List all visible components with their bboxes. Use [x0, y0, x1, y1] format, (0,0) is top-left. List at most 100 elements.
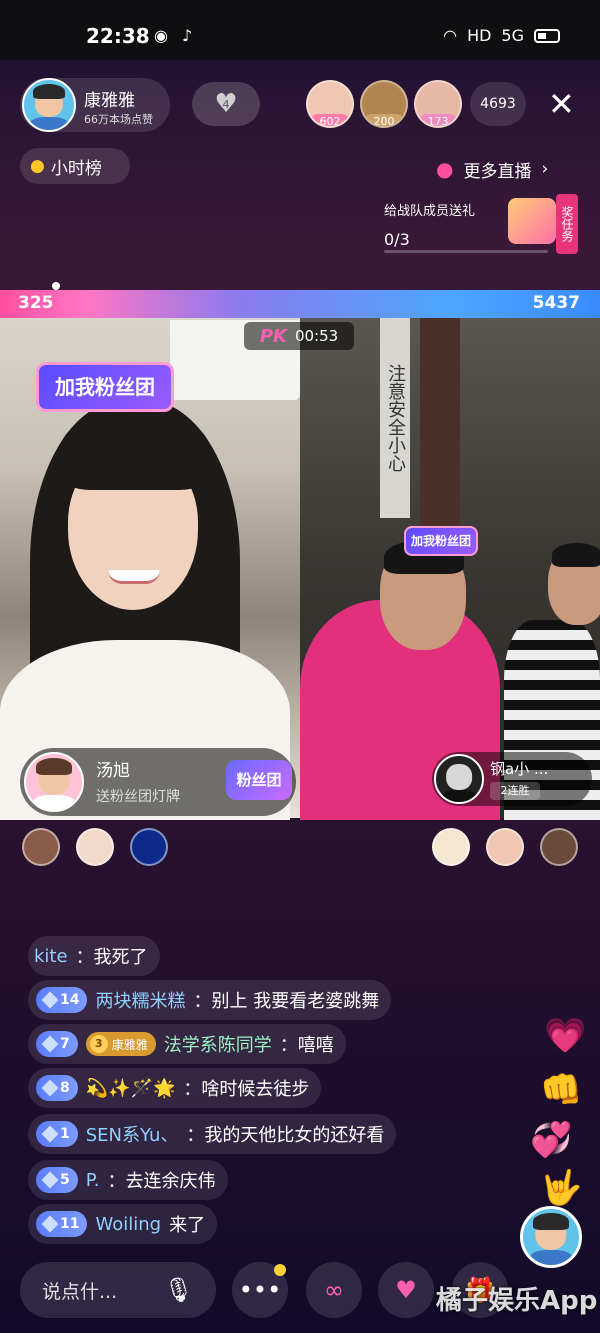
rank-number: 2 [108, 855, 112, 864]
wall-sign: 注意安全小心 [380, 318, 410, 518]
wifi-icon: ◠ [443, 26, 458, 45]
viewer-badge: 173 [418, 114, 458, 126]
left-anchor-name: 汤旭 [96, 761, 130, 781]
left-contributor-3[interactable]: 1 [130, 828, 168, 866]
network-label: HD [467, 26, 492, 45]
right-anchor-avatar[interactable] [434, 754, 484, 804]
chat-text: 来了 [169, 1215, 206, 1236]
streamer-bangs [60, 410, 210, 490]
fist-emoji-icon: 👊 [540, 1070, 583, 1110]
right-contributor-2[interactable]: 2 [486, 828, 524, 866]
viewer-badge: 602 [310, 114, 350, 126]
pk-indicator-dot [52, 282, 60, 290]
pk-timer: PK 00:53 [244, 322, 354, 350]
pk-time: 00:53 [294, 327, 339, 345]
user-level-badge: 7 [36, 1031, 78, 1057]
chat-text: ：我死了 [75, 947, 148, 968]
fan-club-sticker-small[interactable]: 加我粉丝团 [404, 526, 478, 556]
host-name: 康雅雅 [84, 91, 135, 111]
heart-badge-value: 4 [222, 97, 230, 111]
win-streak-tag: 2连胜 [490, 782, 540, 800]
rank-number: 3 [572, 855, 576, 864]
pk-logo: PK [259, 325, 287, 347]
pk-score-bar [0, 290, 600, 318]
watermark-text: 橘子娱乐App [436, 1286, 598, 1316]
viewer-count[interactable]: 4693 [470, 82, 526, 126]
fan-club-button[interactable]: 粉丝团 [226, 760, 292, 800]
rank-number: 3 [54, 855, 58, 864]
task-progress: 0/3 [384, 230, 410, 249]
rank-number: 1 [464, 855, 468, 864]
task-progress-bar [384, 250, 548, 253]
notification-dot [274, 1264, 286, 1276]
chat-username: 💫✨🪄🌟 [85, 1077, 176, 1099]
right-contributor-3[interactable]: 3 [540, 828, 578, 866]
left-contributor-1[interactable]: 3 [22, 828, 60, 866]
status-right: ◠ HD 5G [443, 26, 560, 45]
gift-box-icon [508, 198, 556, 244]
chat-message[interactable]: 7 3 康雅雅 法学系陈同学 ：嘻嘻 [28, 1024, 346, 1064]
top-viewer-2[interactable]: 200 [360, 80, 408, 128]
input-placeholder: 说点什... [42, 1280, 118, 1303]
chat-username: SEN系Yu、 [85, 1125, 179, 1146]
user-level-badge: 14 [36, 987, 88, 1013]
status-time: 22:38 [86, 24, 150, 48]
right-anchor-name: 钢a小 ... [490, 760, 549, 778]
chat-message[interactable]: 5 P. ：去连余庆伟 [28, 1160, 228, 1200]
fan-club-sticker[interactable]: 加我粉丝团 [36, 362, 174, 412]
chat-username: P. [85, 1169, 100, 1191]
person-hair [552, 543, 600, 567]
more-live-label: 更多直播 [463, 161, 532, 182]
chat-text: ：嘻嘻 [279, 1035, 334, 1056]
chat-text: ：啥时候去徒步 [183, 1079, 310, 1100]
user-level-badge: 1 [36, 1121, 78, 1147]
pk-right-score: 5437 [532, 293, 580, 313]
globe-icon: ◉ [154, 26, 168, 45]
host-avatar[interactable] [22, 78, 76, 132]
top-viewer-3[interactable]: 173 [414, 80, 462, 128]
gift-heart-icon[interactable]: ♥ [378, 1262, 434, 1318]
hour-rank-button[interactable]: ● 小时榜 [20, 148, 130, 184]
user-level-badge: 8 [36, 1075, 78, 1101]
top-viewer-1[interactable]: 602 [306, 80, 354, 128]
microphone-icon[interactable]: 🎙 [164, 1276, 194, 1304]
comment-input[interactable]: 说点什... 🎙 [20, 1262, 216, 1318]
chat-message[interactable]: 1 SEN系Yu、 ：我的天他比女的还好看 [28, 1114, 397, 1154]
viewer-badge: 200 [364, 114, 404, 126]
heart-emoji-icon: 💞 [530, 1120, 573, 1160]
chevron-right-icon: › [541, 159, 549, 179]
left-anchor-subtitle: 送粉丝团灯牌 [96, 789, 180, 805]
chat-message[interactable]: 11 Woiling 来了 [28, 1204, 218, 1244]
battery-icon [534, 28, 560, 43]
chat-message[interactable]: 8 💫✨🪄🌟 ：啥时候去徒步 [28, 1068, 322, 1108]
task-title: 给战队成员送礼 [384, 204, 476, 219]
signal-label: 5G [501, 26, 524, 45]
task-tag[interactable]: 奖任务 [556, 194, 578, 254]
chat-username: kite [34, 945, 68, 967]
link-icon[interactable]: ∞ [306, 1262, 362, 1318]
pk-left-score: 325 [18, 293, 54, 313]
live-orb-icon: ● [436, 157, 454, 181]
fan-level-badge: 3 康雅雅 [85, 1032, 156, 1056]
tiktok-icon: ♪ [182, 26, 193, 45]
left-contributor-2[interactable]: 2 [76, 828, 114, 866]
chat-text: ：别上 我要看老婆跳舞 [193, 991, 380, 1012]
streamer-smile [108, 570, 160, 584]
heart-bubble-icon: 💗 [544, 1016, 587, 1056]
flame-icon: ● [30, 156, 45, 176]
task-card[interactable]: 给战队成员送礼 0/3 奖任务 [380, 194, 580, 256]
right-contributor-1[interactable]: 1 [432, 828, 470, 866]
chat-username: 法学系陈同学 [163, 1035, 272, 1056]
chat-message[interactable]: 14 两块糯米糕 ：别上 我要看老婆跳舞 [28, 980, 392, 1020]
hour-rank-label: 小时榜 [50, 158, 102, 179]
close-icon[interactable]: ✕ [548, 86, 575, 122]
host-likes: 66万本场点赞 [84, 113, 153, 126]
floating-host-avatar[interactable] [520, 1206, 582, 1268]
chat-message[interactable]: kite ：我死了 [28, 936, 160, 976]
rank-number: 2 [518, 855, 522, 864]
chat-text: ：我的天他比女的还好看 [186, 1125, 385, 1146]
heart-badge[interactable]: ♥ 4 [192, 82, 260, 126]
more-live-button[interactable]: ● 更多直播 › [436, 152, 596, 186]
left-anchor-avatar[interactable] [24, 752, 84, 812]
user-level-badge: 11 [36, 1211, 88, 1237]
